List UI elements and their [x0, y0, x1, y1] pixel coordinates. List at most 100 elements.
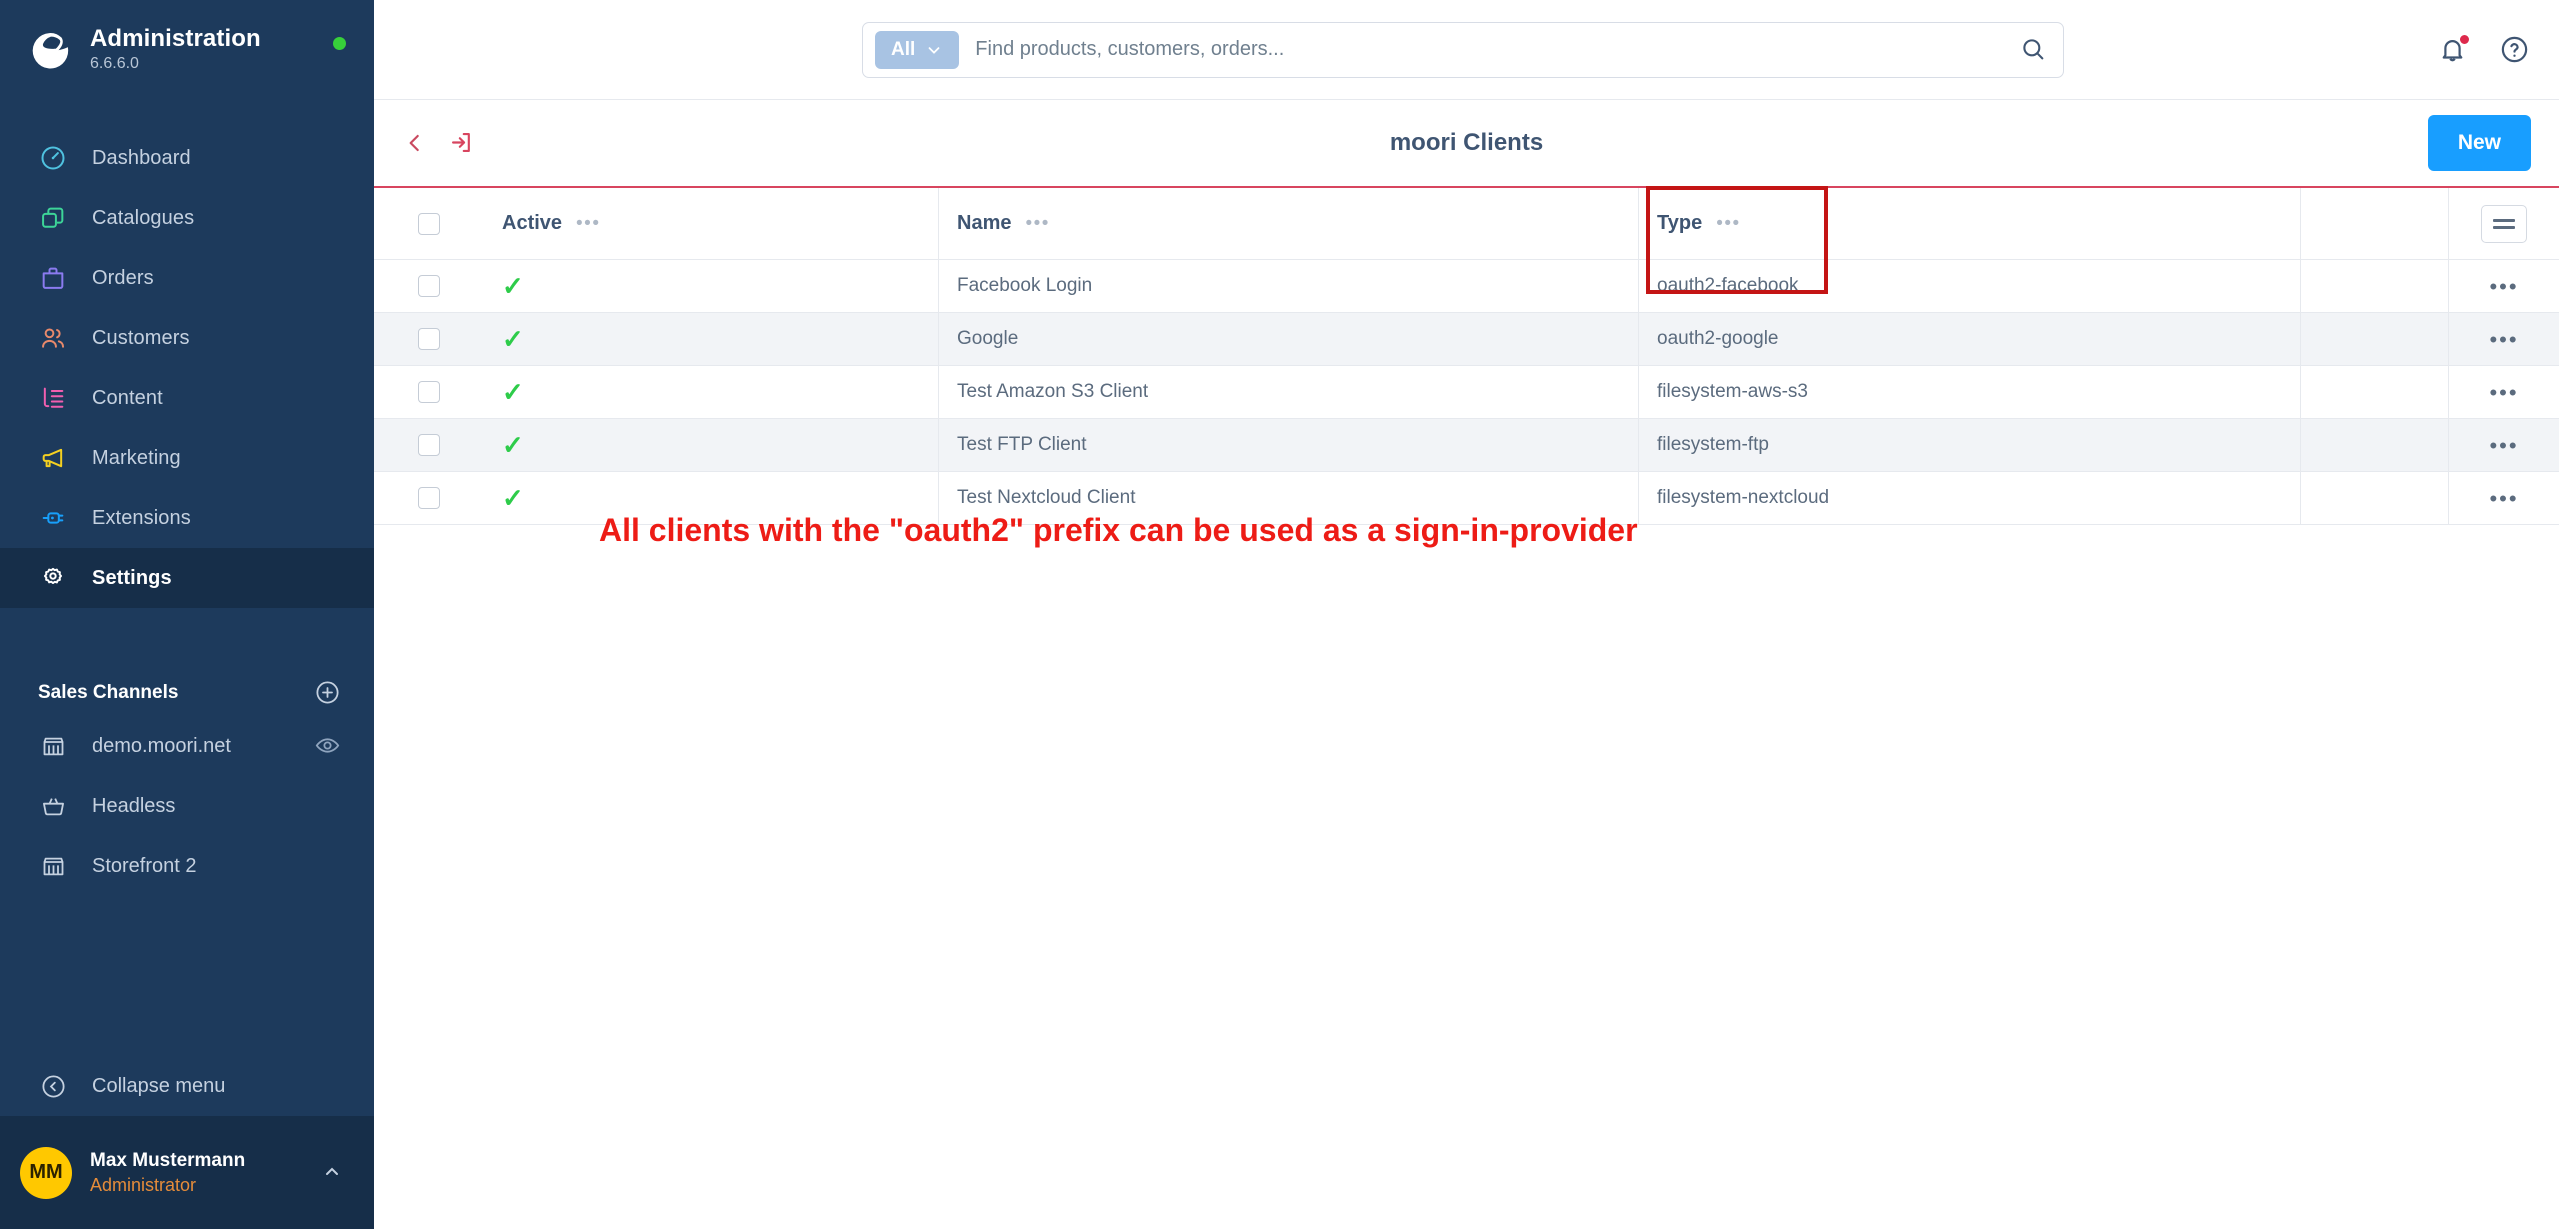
table-settings-icon[interactable]	[2481, 204, 2527, 243]
row-select-cell	[374, 260, 484, 312]
search-icon[interactable]	[2019, 35, 2049, 65]
sidebar-item-label: Orders	[92, 266, 154, 289]
cell-name: Google	[939, 313, 1639, 365]
cell-type: filesystem-ftp	[1639, 419, 2301, 471]
sales-channel-label: Storefront 2	[92, 854, 197, 877]
column-menu-dots[interactable]: •••	[1025, 213, 1049, 233]
topbar-actions	[2437, 32, 2531, 66]
help-circle-icon[interactable]	[2499, 34, 2531, 66]
cell-spacer	[2301, 472, 2449, 524]
select-all-checkbox[interactable]	[418, 212, 440, 235]
row-context-dots[interactable]: •••	[2489, 381, 2518, 403]
cell-type: filesystem-aws-s3	[1639, 366, 2301, 418]
row-checkbox[interactable]	[418, 434, 440, 456]
active-check-icon: ✓	[502, 377, 524, 407]
collapse-menu-button[interactable]: Collapse menu	[0, 1056, 374, 1116]
cell-type: oauth2-facebook	[1639, 260, 2301, 312]
new-button[interactable]: New	[2427, 115, 2531, 171]
row-context-dots[interactable]: •••	[2489, 275, 2518, 297]
cell-spacer	[2301, 366, 2449, 418]
sales-channels-title: Sales Channels	[38, 682, 179, 703]
user-role: Administrator	[90, 1174, 197, 1195]
sales-channel-storefront-2[interactable]: Storefront 2	[0, 836, 374, 896]
chevron-down-icon	[928, 46, 940, 54]
collapse-left-circle-icon	[38, 1071, 68, 1101]
cell-type: filesystem-nextcloud	[1639, 472, 2301, 524]
cell-spacer	[2301, 419, 2449, 471]
column-menu-dots[interactable]: •••	[576, 213, 600, 233]
table-row[interactable]: ✓ Test FTP Client filesystem-ftp •••	[374, 419, 2559, 472]
sidebar-item-label: Marketing	[92, 446, 181, 469]
column-header-name[interactable]: Name •••	[939, 188, 1639, 259]
cell-name: Test Nextcloud Client	[939, 472, 1639, 524]
active-check-icon: ✓	[502, 430, 524, 460]
sidebar-item-customers[interactable]: Customers	[0, 308, 374, 368]
column-header-type[interactable]: Type •••	[1639, 188, 2301, 259]
row-checkbox[interactable]	[418, 328, 440, 350]
search-scope-label: All	[891, 38, 916, 60]
cell-active: ✓	[484, 260, 939, 312]
column-label: Active	[502, 212, 563, 234]
table-row[interactable]: ✓ Facebook Login oauth2-facebook •••	[374, 260, 2559, 313]
global-search[interactable]: All	[862, 21, 2064, 78]
row-checkbox[interactable]	[418, 381, 440, 403]
sales-channel-headless[interactable]: Headless	[0, 776, 374, 836]
clients-table: Active ••• Name ••• Type ••• ✓ Facebook …	[374, 188, 2559, 525]
search-scope-selector[interactable]: All	[875, 30, 960, 69]
add-circle-icon[interactable]	[314, 679, 342, 707]
sign-in-icon[interactable]	[448, 129, 476, 157]
sidebar-item-marketing[interactable]: Marketing	[0, 428, 374, 488]
table-header-row: Active ••• Name ••• Type •••	[374, 188, 2559, 260]
column-header-active[interactable]: Active •••	[484, 188, 939, 259]
row-context-dots[interactable]: •••	[2489, 328, 2518, 350]
sidebar-item-label: Dashboard	[92, 146, 191, 169]
table-row[interactable]: ✓ Google oauth2-google •••	[374, 313, 2559, 366]
cell-name: Test Amazon S3 Client	[939, 366, 1639, 418]
catalogues-layers-icon	[38, 203, 68, 233]
row-actions-cell: •••	[2449, 419, 2559, 471]
customers-people-icon	[38, 323, 68, 353]
active-check-icon: ✓	[502, 271, 524, 301]
cell-type: oauth2-google	[1639, 313, 2301, 365]
sidebar-item-extensions[interactable]: Extensions	[0, 488, 374, 548]
sidebar-item-label: Customers	[92, 326, 190, 349]
eye-icon[interactable]	[314, 732, 342, 760]
user-account-menu[interactable]: MM Max Mustermann Administrator	[0, 1116, 374, 1229]
main-area: All Find products, customers, orders... …	[374, 0, 2559, 1229]
row-checkbox[interactable]	[418, 275, 440, 297]
status-online-dot	[333, 37, 346, 50]
row-context-dots[interactable]: •••	[2489, 487, 2518, 509]
row-context-dots[interactable]: •••	[2489, 434, 2518, 456]
sidebar-item-settings[interactable]: Settings	[0, 548, 374, 608]
sales-channel-label: Headless	[92, 794, 176, 817]
sidebar-item-dashboard[interactable]: Dashboard	[0, 128, 374, 188]
bell-icon[interactable]	[2437, 32, 2471, 66]
row-actions-cell: •••	[2449, 472, 2559, 524]
sales-channel-demo-moori-net[interactable]: demo.moori.net	[0, 716, 374, 776]
sidebar-item-content[interactable]: Content	[0, 368, 374, 428]
row-select-cell	[374, 472, 484, 524]
sidebar-item-label: Catalogues	[92, 206, 195, 229]
user-name: Max Mustermann	[90, 1149, 246, 1171]
content-list-icon	[38, 383, 68, 413]
sidebar-item-orders[interactable]: Orders	[0, 248, 374, 308]
notification-dot	[2458, 32, 2471, 46]
sidebar-item-catalogues[interactable]: Catalogues	[0, 188, 374, 248]
chevron-left-icon[interactable]	[402, 130, 428, 156]
table-row[interactable]: ✓ Test Nextcloud Client filesystem-nextc…	[374, 472, 2559, 525]
sidebar-brand-title: Administration	[90, 24, 261, 52]
marketing-megaphone-icon	[38, 443, 68, 473]
cell-active: ✓	[484, 472, 939, 524]
row-actions-cell: •••	[2449, 260, 2559, 312]
active-check-icon: ✓	[502, 483, 524, 513]
page-body: Active ••• Name ••• Type ••• ✓ Facebook …	[374, 186, 2559, 1229]
sidebar-brand[interactable]: Administration 6.6.6.0	[0, 0, 374, 100]
row-checkbox[interactable]	[418, 487, 440, 509]
dashboard-gauge-icon	[38, 143, 68, 173]
search-input[interactable]	[975, 38, 2003, 61]
column-menu-dots[interactable]: •••	[1716, 213, 1740, 233]
avatar: MM	[20, 1146, 72, 1199]
table-row[interactable]: ✓ Test Amazon S3 Client filesystem-aws-s…	[374, 366, 2559, 419]
chevron-up-icon[interactable]	[320, 1160, 346, 1186]
settings-gear-icon	[38, 563, 68, 593]
